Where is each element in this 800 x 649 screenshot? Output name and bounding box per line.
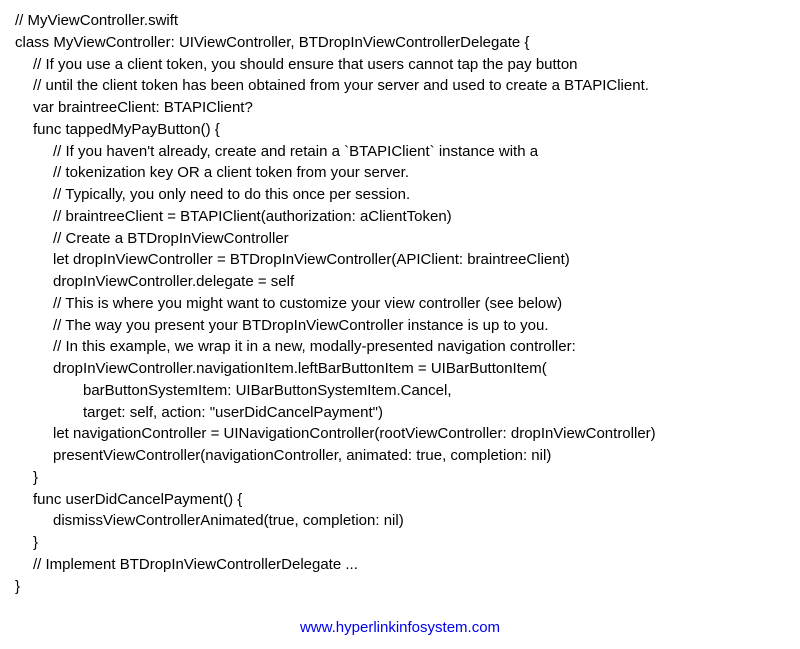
link-container: www.hyperlinkinfosystem.com xyxy=(15,617,785,639)
code-line: class MyViewController: UIViewController… xyxy=(15,32,785,54)
code-line: // MyViewController.swift xyxy=(15,10,785,32)
code-line: // Typically, you only need to do this o… xyxy=(53,184,785,206)
code-line: dismissViewControllerAnimated(true, comp… xyxy=(53,510,785,532)
code-line: // braintreeClient = BTAPIClient(authori… xyxy=(53,206,785,228)
code-line: // The way you present your BTDropInView… xyxy=(53,315,785,337)
code-line: presentViewController(navigationControll… xyxy=(53,445,785,467)
code-line: func tappedMyPayButton() { xyxy=(33,119,785,141)
code-line: func userDidCancelPayment() { xyxy=(33,489,785,511)
code-line: barButtonSystemItem: UIBarButtonSystemIt… xyxy=(83,380,785,402)
code-line: // Create a BTDropInViewController xyxy=(53,228,785,250)
code-line: // until the client token has been obtai… xyxy=(33,75,785,97)
code-line: // This is where you might want to custo… xyxy=(53,293,785,315)
code-line: // tokenization key OR a client token fr… xyxy=(53,162,785,184)
code-line: // In this example, we wrap it in a new,… xyxy=(53,336,785,358)
code-line: let dropInViewController = BTDropInViewC… xyxy=(53,249,785,271)
code-line: target: self, action: "userDidCancelPaym… xyxy=(83,402,785,424)
code-line: // If you haven't already, create and re… xyxy=(53,141,785,163)
code-line: } xyxy=(33,532,785,554)
code-line: // If you use a client token, you should… xyxy=(33,54,785,76)
code-line: } xyxy=(33,467,785,489)
code-line: } xyxy=(15,576,785,598)
website-link[interactable]: www.hyperlinkinfosystem.com xyxy=(300,619,500,636)
code-line: // Implement BTDropInViewControllerDeleg… xyxy=(33,554,785,576)
code-line: let navigationController = UINavigationC… xyxy=(53,423,785,445)
code-line: dropInViewController.delegate = self xyxy=(53,271,785,293)
code-line: var braintreeClient: BTAPIClient? xyxy=(33,97,785,119)
code-line: dropInViewController.navigationItem.left… xyxy=(53,358,785,380)
